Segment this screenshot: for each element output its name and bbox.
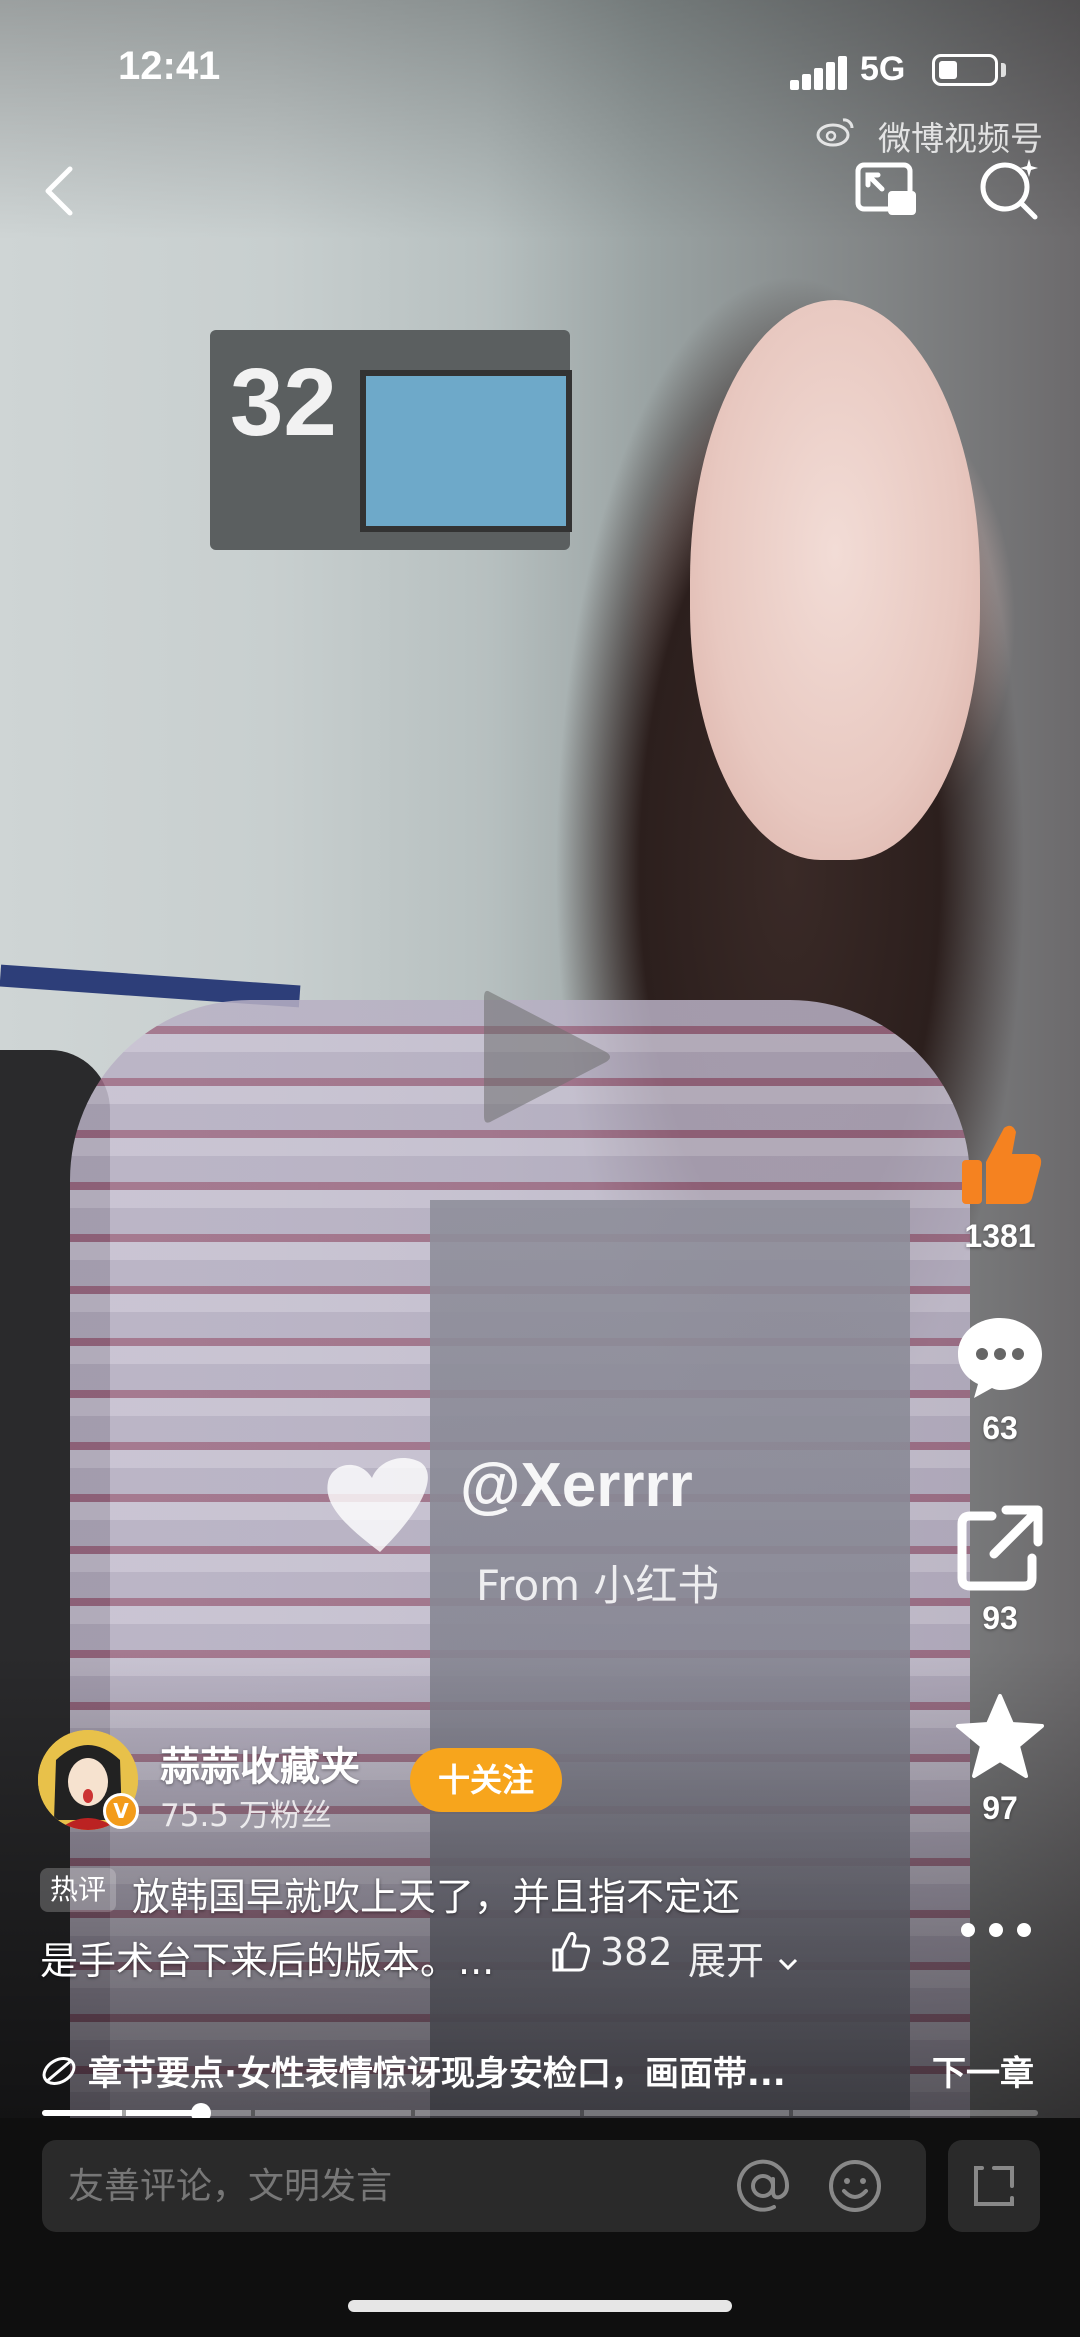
comment-input[interactable] xyxy=(42,2140,926,2232)
rotate-icon xyxy=(974,2166,1014,2206)
share-action[interactable]: 93 xyxy=(940,1500,1060,1637)
battery-level xyxy=(939,61,957,79)
gate-number: 32 xyxy=(230,349,337,456)
signal-icon xyxy=(790,56,847,90)
author-name[interactable]: 蒜蒜收藏夹 xyxy=(160,1734,360,1792)
source-platform: From 小红书 xyxy=(476,1561,720,1610)
chevron-down-icon xyxy=(779,1958,798,1970)
hot-comment-badge: 热评 xyxy=(40,1868,117,1912)
comment-count: 63 xyxy=(982,1410,1018,1446)
video-progress-bar[interactable] xyxy=(42,2103,1038,2123)
weibo-logo-icon xyxy=(816,118,854,147)
chapter-mark xyxy=(410,2110,415,2116)
source-handle: @Xerrrr xyxy=(460,1451,693,1520)
chapter-mark xyxy=(789,2110,793,2116)
platform-watermark: 微博视频号 xyxy=(878,119,1043,158)
star-icon[interactable] xyxy=(952,1690,1048,1786)
subject-face xyxy=(690,300,980,860)
pip-icon[interactable] xyxy=(852,155,922,225)
heart-watermark-icon xyxy=(327,1457,428,1552)
favorite-action[interactable]: 97 xyxy=(940,1690,1060,1827)
share-count: 93 xyxy=(982,1600,1018,1636)
share-icon[interactable] xyxy=(952,1500,1048,1596)
expand-label: 展开 xyxy=(688,1939,765,1983)
favorite-count: 97 xyxy=(982,1790,1018,1826)
play-icon[interactable] xyxy=(478,982,618,1132)
hot-comment-likes: 382 xyxy=(600,1930,673,1974)
chapter-icon xyxy=(42,2057,76,2085)
comment-like-icon[interactable] xyxy=(548,1930,592,1974)
fullscreen-button[interactable] xyxy=(948,2140,1040,2232)
comment-action[interactable]: 63 xyxy=(940,1310,1060,1447)
battery-icon xyxy=(932,54,998,86)
chapter-mark xyxy=(121,2110,126,2116)
expand-link[interactable]: 展开 xyxy=(688,1930,800,1985)
back-icon[interactable] xyxy=(30,155,100,225)
network-type: 5G xyxy=(860,50,906,88)
next-chapter-button[interactable]: 下一章 xyxy=(932,2046,1034,2095)
battery-tip xyxy=(1001,63,1006,77)
author-fans: 75.5 万粉丝 xyxy=(160,1798,332,1834)
like-count: 1381 xyxy=(964,1218,1036,1254)
comment-icon[interactable] xyxy=(952,1310,1048,1406)
search-icon[interactable] xyxy=(975,155,1045,225)
chapter-mark xyxy=(579,2110,584,2116)
chapter-mark xyxy=(251,2110,256,2116)
like-action[interactable]: 1381 xyxy=(940,1118,1060,1255)
verified-badge: V xyxy=(103,1793,139,1829)
follow-button[interactable]: 十关注 xyxy=(410,1748,562,1812)
home-indicator xyxy=(348,2300,732,2312)
like-icon[interactable] xyxy=(952,1118,1048,1214)
at-icon[interactable] xyxy=(734,2157,792,2215)
emoji-icon[interactable] xyxy=(826,2157,884,2215)
hot-comment-line-2[interactable]: 是手术台下来后的版本。... xyxy=(40,1930,494,1985)
status-time: 12:41 xyxy=(118,44,221,88)
more-icon[interactable] xyxy=(956,1910,1036,1950)
chapter-summary[interactable]: 章节要点·女性表情惊讶现身安检口，画面带... xyxy=(88,2046,848,2095)
hot-comment-line-1[interactable]: 放韩国早就吹上天了，并且指不定还 xyxy=(132,1866,740,1921)
